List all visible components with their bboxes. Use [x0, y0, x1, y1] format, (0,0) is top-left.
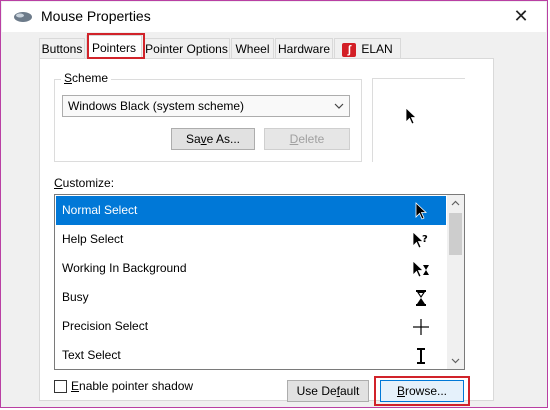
scrollbar-thumb[interactable]: [449, 213, 462, 255]
list-scrollbar[interactable]: [447, 195, 464, 369]
list-item-help-select[interactable]: Help Select ?: [56, 225, 446, 254]
pointers-tab-highlight: [87, 33, 145, 59]
elan-logo-icon: ʃ: [342, 42, 357, 57]
close-button[interactable]: ✕: [508, 4, 534, 28]
customize-label: Customize:: [54, 176, 115, 190]
list-item-working-in-background[interactable]: Working In Background: [56, 254, 446, 283]
save-as-button[interactable]: Save As...: [171, 128, 255, 150]
cursor-preview: [372, 78, 465, 162]
tab-wheel[interactable]: Wheel: [231, 38, 274, 58]
list-item-busy[interactable]: Busy: [56, 283, 446, 312]
cursor-list[interactable]: Normal Select Help Select ? Working In B…: [54, 194, 465, 370]
arrow-cursor-icon: [405, 107, 418, 125]
scroll-up-arrow-icon[interactable]: [447, 195, 464, 212]
dialog-window: Mouse Properties ✕ Buttons Pointers Poin…: [0, 0, 548, 408]
scheme-select[interactable]: Windows Black (system scheme): [62, 95, 350, 117]
list-item-text-select[interactable]: Text Select: [56, 341, 446, 369]
browse-button-highlight: [374, 376, 470, 406]
window-title: Mouse Properties: [41, 8, 151, 24]
scheme-select-value: Windows Black (system scheme): [68, 99, 245, 113]
tab-pointer-options[interactable]: Pointer Options: [143, 38, 230, 58]
scroll-down-arrow-icon[interactable]: [447, 352, 464, 369]
tab-buttons[interactable]: Buttons: [39, 38, 85, 58]
ibeam-cursor-icon: [417, 348, 425, 364]
tab-hardware[interactable]: Hardware: [275, 38, 333, 58]
pointer-shadow-label[interactable]: Enable pointer shadow: [71, 379, 193, 393]
use-default-button[interactable]: Use Default: [287, 380, 369, 402]
pointer-shadow-checkbox[interactable]: [54, 380, 67, 393]
crosshair-cursor-icon: [413, 319, 429, 335]
svg-text:?: ?: [422, 234, 428, 245]
list-item-normal-select[interactable]: Normal Select: [56, 196, 446, 225]
tab-elan-label: ELAN: [361, 42, 393, 56]
scheme-group-label: Scheme: [61, 71, 112, 85]
help-cursor-icon: ?: [412, 231, 428, 249]
title-bar: Mouse Properties ✕: [2, 2, 546, 32]
chevron-down-icon: [334, 96, 344, 124]
working-cursor-icon: [412, 260, 429, 278]
delete-button[interactable]: Delete: [264, 128, 350, 150]
tab-elan[interactable]: ʃ ELAN: [334, 38, 401, 58]
mouse-icon: [14, 12, 32, 22]
hourglass-cursor-icon: [416, 290, 426, 306]
list-item-precision-select[interactable]: Precision Select: [56, 312, 446, 341]
arrow-cursor-icon: [415, 202, 428, 220]
